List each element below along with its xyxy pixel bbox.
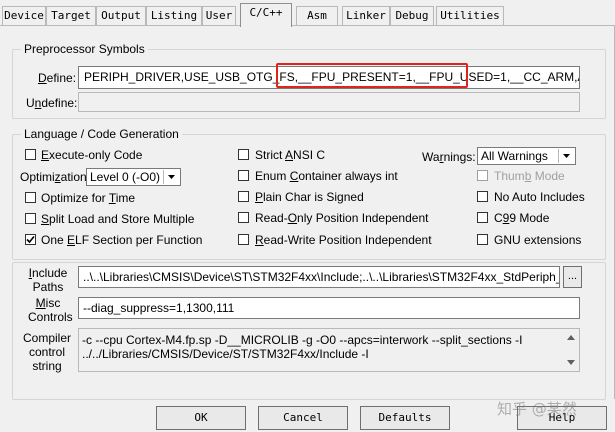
misc-controls-label: Misc Controls — [28, 296, 73, 324]
gnu-ext-checkbox[interactable] — [477, 234, 488, 245]
c99-label: C99 Mode — [494, 211, 550, 225]
tab-output[interactable]: Output — [96, 6, 146, 26]
misc-controls-value: --diag_suppress=1,1300,111 — [83, 301, 235, 315]
tab-listing[interactable]: Listing — [146, 6, 202, 26]
include-paths-value: ..\..\Libraries\CMSIS\Device\ST\STM32F4x… — [83, 270, 560, 284]
optimization-select[interactable]: Level 0 (-O0) — [86, 168, 181, 186]
gnu-ext-label: GNU extensions — [494, 233, 582, 247]
strict-ansi-label: Strict ANSI C — [255, 148, 326, 162]
tab-utilities[interactable]: Utilities — [436, 6, 504, 26]
tab-user[interactable]: User — [202, 6, 236, 26]
tab-c-cpp[interactable]: C/C++ — [240, 3, 292, 27]
undefine-input[interactable] — [78, 92, 580, 112]
compiler-control-text: -c --cpu Cortex-M4.fp.sp -D__MICROLIB -g… — [78, 328, 580, 372]
optimize-time-checkbox[interactable] — [25, 192, 36, 203]
compiler-control-line2: ../../Libraries/CMSIS/Device/ST/STM32F4x… — [82, 347, 369, 361]
optimization-label: Optimization: — [20, 170, 91, 184]
no-auto-includes-label: No Auto Includes — [494, 190, 585, 204]
highlight-box — [276, 63, 468, 88]
include-paths-input[interactable]: ..\..\Libraries\CMSIS\Device\ST\STM32F4x… — [78, 266, 560, 288]
defaults-button[interactable]: Defaults — [360, 406, 450, 430]
ro-pi-checkbox[interactable] — [238, 212, 249, 223]
scrollbar[interactable] — [564, 330, 578, 370]
checkmark-icon — [26, 235, 35, 244]
compiler-control-label: Compiler control string — [22, 331, 71, 373]
warnings-select[interactable]: All Warnings — [477, 147, 576, 165]
chevron-down-icon — [163, 170, 179, 184]
enum-container-label: Enum Container always int — [255, 169, 398, 183]
execute-only-checkbox[interactable] — [25, 149, 36, 160]
optimization-value: Level 0 (-O0) — [90, 170, 161, 184]
tab-target[interactable]: Target — [46, 6, 96, 26]
rw-pi-label: Read-Write Position Independent — [255, 233, 432, 247]
enum-container-checkbox[interactable] — [238, 170, 249, 181]
rw-pi-checkbox[interactable] — [238, 234, 249, 245]
language-title: Language / Code Generation — [21, 127, 182, 141]
strict-ansi-checkbox[interactable] — [238, 149, 249, 160]
cancel-button[interactable]: Cancel — [258, 406, 348, 430]
ok-button[interactable]: OK — [156, 406, 246, 430]
tab-debug[interactable]: Debug — [390, 6, 434, 26]
optimize-time-label: Optimize for Time — [41, 191, 136, 205]
tab-asm[interactable]: Asm — [296, 6, 338, 26]
define-label: Define: — [38, 71, 77, 85]
browse-button[interactable]: ... — [563, 266, 582, 288]
misc-controls-input[interactable]: --diag_suppress=1,1300,111 — [78, 297, 580, 319]
no-auto-includes-checkbox[interactable] — [477, 191, 488, 202]
include-paths-label: Include Paths — [28, 266, 68, 294]
split-load-label: Split Load and Store Multiple — [41, 212, 195, 226]
tab-divider — [0, 25, 615, 26]
tab-device[interactable]: Device — [2, 6, 46, 26]
execute-only-label: Execute-only Code — [41, 148, 143, 162]
thumb-mode-checkbox[interactable] — [477, 170, 488, 181]
compiler-control-line1: -c --cpu Cortex-M4.fp.sp -D__MICROLIB -g… — [82, 333, 523, 347]
preprocessor-title: Preprocessor Symbols — [21, 42, 148, 56]
watermark: 知乎 @某然 — [497, 400, 577, 418]
c99-checkbox[interactable] — [477, 212, 488, 223]
chevron-down-icon — [558, 149, 574, 163]
ro-pi-label: Read-Only Position Independent — [255, 211, 429, 225]
thumb-mode-label: Thumb Mode — [494, 169, 565, 183]
undefine-label: Undefine: — [26, 96, 78, 110]
warnings-label: Warnings: — [422, 150, 476, 164]
plain-char-label: Plain Char is Signed — [255, 190, 364, 204]
one-elf-label: One ELF Section per Function — [41, 233, 203, 247]
warnings-value: All Warnings — [481, 149, 548, 163]
one-elf-checkbox[interactable] — [25, 234, 36, 245]
tab-linker[interactable]: Linker — [342, 6, 390, 26]
plain-char-checkbox[interactable] — [238, 191, 249, 202]
split-load-checkbox[interactable] — [25, 213, 36, 224]
